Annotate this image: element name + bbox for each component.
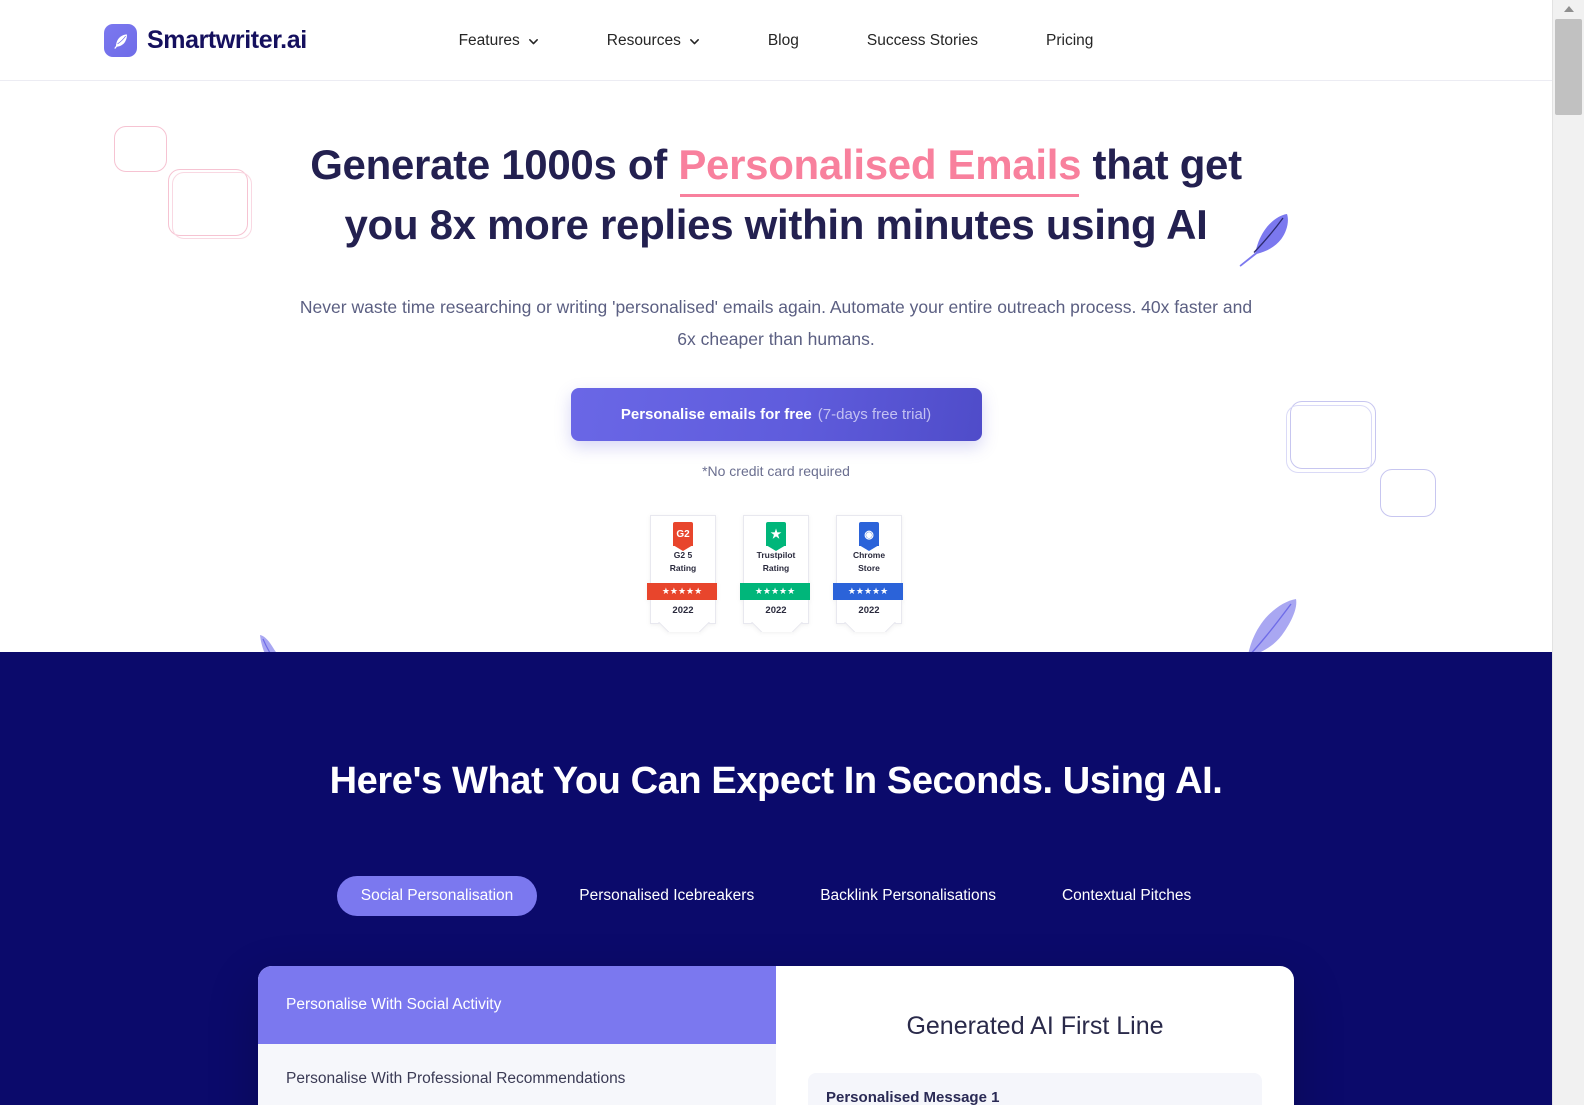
expect-heading: Here's What You Can Expect In Seconds. U… (329, 760, 1223, 802)
badge-foot (743, 622, 809, 632)
trustpilot-glyph: ★ (770, 527, 782, 541)
g2-glyph: G2 (676, 528, 690, 540)
message-label: Personalised Message 1 (826, 1089, 1000, 1105)
decor-square-large-pink-shadow (172, 172, 252, 239)
star-rating: ★★★★★ (647, 583, 717, 600)
rating-badges: G2 G2 5 Rating ★★★★★ 2022 ★ Trustpilot R… (0, 515, 1552, 624)
g2-icon: G2 (673, 522, 693, 551)
accordion-label: Personalise With Professional Recommenda… (286, 1070, 626, 1087)
badge-name-line1: Trustpilot (756, 550, 796, 560)
nav-item-resources[interactable]: Resources (607, 32, 700, 50)
star-rating: ★★★★★ (833, 583, 903, 600)
decor-square-large-pink (168, 169, 248, 236)
preview-panel: Generated AI First Line Personalised Mes… (776, 966, 1294, 1105)
nav-item-features[interactable]: Features (459, 32, 539, 50)
badge-year: 2022 (672, 605, 694, 616)
hero-section: Generate 1000s of Personalised Emails th… (0, 81, 1552, 706)
badge-label: G2 5 Rating (667, 549, 699, 575)
nav-item-pricing[interactable]: Pricing (1046, 32, 1093, 50)
headline-part-1: Generate 1000s of (310, 141, 679, 188)
nav-item-success-stories[interactable]: Success Stories (867, 32, 978, 50)
badge-chrome-store[interactable]: ◉ Chrome Store ★★★★★ 2022 (833, 515, 903, 624)
accordion-item-professional-recommendations[interactable]: Personalise With Professional Recommenda… (258, 1044, 776, 1105)
no-credit-card-note: *No credit card required (702, 463, 850, 479)
accordion-item-social-activity[interactable]: Personalise With Social Activity (258, 966, 776, 1044)
badge-name-line2: Rating (762, 563, 790, 573)
trustpilot-star-icon: ★ (766, 522, 786, 551)
generated-message-card: Personalised Message 1 Saw your recent p… (808, 1073, 1262, 1105)
site-header: Smartwriter.ai Features Resources Blog S… (0, 0, 1552, 81)
scrollbar-up-arrow-icon[interactable] (1553, 0, 1584, 18)
chevron-down-icon (689, 34, 700, 45)
tab-label: Contextual Pitches (1061, 887, 1192, 904)
badge-top: ★ (743, 515, 809, 551)
scrollbar-thumb[interactable] (1555, 19, 1582, 115)
badge-g2[interactable]: G2 G2 5 Rating ★★★★★ 2022 (647, 515, 717, 624)
badge-label: Trustpilot Rating (754, 549, 799, 575)
page-title: Generate 1000s of Personalised Emails th… (296, 135, 1256, 255)
chrome-store-icon: ◉ (859, 522, 879, 551)
chevron-down-icon (528, 34, 539, 45)
badge-name-line2: Store (858, 563, 880, 573)
badge-foot (836, 622, 902, 632)
tab-social-personalisation[interactable]: Social Personalisation (336, 876, 538, 916)
badge-label: Chrome Store (850, 549, 888, 575)
nav-label: Resources (606, 31, 681, 49)
tab-label: Social Personalisation (360, 887, 514, 904)
decor-pink-squares (110, 126, 260, 246)
badge-foot (650, 622, 716, 632)
hero-subheading: Never waste time researching or writing … (299, 297, 1253, 349)
badge-top: G2 (650, 515, 716, 551)
personalise-emails-free-button[interactable]: Personalise emails for free (7-days free… (570, 388, 982, 441)
demo-panel: Personalise With Social Activity Persona… (258, 966, 1294, 1105)
tab-personalised-icebreakers[interactable]: Personalised Icebreakers (555, 876, 778, 916)
star-rating: ★★★★★ (740, 583, 810, 600)
accordion-list: Personalise With Social Activity Persona… (258, 966, 776, 1105)
badge-year: 2022 (858, 605, 880, 616)
preview-title: Generated AI First Line (906, 1012, 1164, 1040)
cta-primary-label: Personalise emails for free (620, 406, 812, 423)
badge-year: 2022 (765, 605, 787, 616)
headline-highlight: Personalised Emails (678, 141, 1082, 188)
tab-contextual-pitches[interactable]: Contextual Pitches (1038, 876, 1215, 916)
nav-label: Features (458, 31, 520, 49)
tab-backlink-personalisations[interactable]: Backlink Personalisations (796, 876, 1020, 916)
expect-tabs: Social Personalisation Personalised Iceb… (0, 876, 1552, 916)
tab-label: Backlink Personalisations (820, 887, 996, 904)
browser-scrollbar[interactable] (1552, 0, 1584, 1105)
decor-square-small-pink (114, 126, 167, 172)
badge-name-line1: G2 5 (673, 550, 693, 560)
tab-label: Personalised Icebreakers (579, 887, 755, 904)
page-viewport: Smartwriter.ai Features Resources Blog S… (0, 0, 1552, 1105)
primary-nav: Features Resources Blog Success Stories (0, 0, 1552, 81)
expect-section: Here's What You Can Expect In Seconds. U… (0, 652, 1552, 1105)
chrome-glyph: ◉ (864, 528, 874, 541)
nav-label: Pricing (1046, 31, 1094, 49)
nav-label: Blog (767, 31, 799, 49)
badge-name-line1: Chrome (852, 550, 886, 560)
nav-item-blog[interactable]: Blog (768, 32, 799, 50)
badge-top: ◉ (836, 515, 902, 551)
cta-secondary-label: (7-days free trial) (817, 406, 932, 423)
browser-page: Smartwriter.ai Features Resources Blog S… (0, 0, 1584, 1105)
nav-label: Success Stories (866, 31, 979, 49)
badge-trustpilot[interactable]: ★ Trustpilot Rating ★★★★★ 2022 (740, 515, 810, 624)
badge-name-line2: Rating (669, 563, 697, 573)
accordion-label: Personalise With Social Activity (286, 996, 502, 1013)
